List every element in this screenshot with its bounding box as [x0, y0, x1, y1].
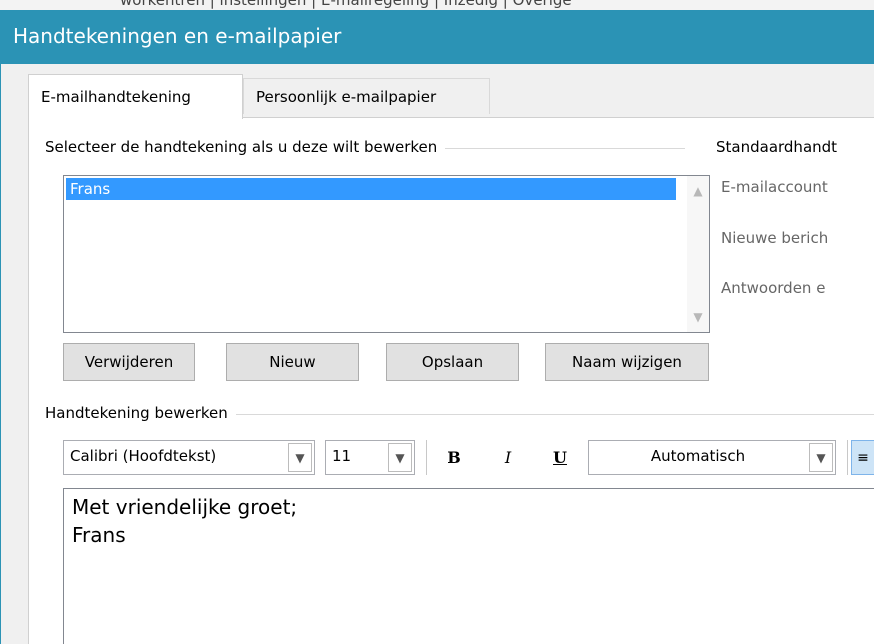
font-color-value: Automatisch [650, 447, 746, 465]
signature-editor[interactable]: Met vriendelijke groet; Frans [63, 488, 874, 644]
tab-personal-stationery-label: Persoonlijk e-mailpapier [256, 88, 437, 106]
tab-strip: E-mailhandtekening Persoonlijk e-mailpap… [1, 64, 874, 119]
tab-email-signature[interactable]: E-mailhandtekening [28, 74, 243, 119]
chevron-down-icon[interactable]: ▼ [288, 443, 312, 472]
background-window-text: workentren | instellingen | E-mailregeli… [120, 0, 572, 9]
font-color-select[interactable]: Automatisch ▼ [588, 440, 836, 475]
signature-line-1: Met vriendelijke groet; [72, 495, 298, 519]
signature-line-2: Frans [72, 523, 126, 547]
toolbar-separator [847, 440, 848, 475]
save-button[interactable]: Opslaan [386, 343, 519, 381]
select-group-label: Selecteer de handtekening als u deze wil… [45, 138, 446, 156]
chevron-down-icon[interactable]: ▼ [687, 306, 709, 328]
email-account-label: E-mailaccount [721, 178, 828, 196]
edit-group-label: Handtekening bewerken [45, 404, 236, 422]
toolbar-separator [426, 440, 427, 475]
bold-button[interactable]: B [439, 440, 469, 475]
align-left-icon[interactable]: ≡ [851, 440, 874, 475]
chevron-down-icon[interactable]: ▼ [809, 443, 833, 472]
font-size-select[interactable]: 11 ▼ [325, 440, 415, 475]
list-scrollbar[interactable]: ▲ ▼ [687, 176, 709, 332]
font-select-value: Calibri (Hoofdtekst) [70, 447, 217, 465]
tab-email-signature-label: E-mailhandtekening [41, 88, 191, 106]
chevron-down-icon[interactable]: ▼ [388, 443, 412, 472]
tab-panel: Selecteer de handtekening als u deze wil… [28, 117, 874, 644]
list-item[interactable]: Frans [66, 178, 676, 200]
delete-button[interactable]: Verwijderen [63, 343, 195, 381]
font-select[interactable]: Calibri (Hoofdtekst) ▼ [63, 440, 315, 475]
replies-label: Antwoorden e [721, 279, 826, 297]
chevron-up-icon[interactable]: ▲ [687, 180, 709, 202]
defaults-group-label: Standaardhandt [716, 138, 846, 156]
new-button[interactable]: Nieuw [226, 343, 359, 381]
font-size-value: 11 [332, 447, 352, 465]
signature-list[interactable]: Frans ▲ ▼ [63, 175, 710, 333]
rename-button[interactable]: Naam wijzigen [545, 343, 709, 381]
window-title: Handtekeningen en e-mailpapier [13, 24, 342, 48]
title-bar[interactable]: Handtekeningen en e-mailpapier [0, 10, 874, 64]
new-messages-label: Nieuwe berich [721, 229, 829, 247]
underline-button[interactable]: U [545, 440, 575, 475]
tab-personal-stationery[interactable]: Persoonlijk e-mailpapier [243, 78, 490, 114]
dialog-body: E-mailhandtekening Persoonlijk e-mailpap… [0, 64, 874, 644]
italic-button[interactable]: I [493, 440, 523, 475]
